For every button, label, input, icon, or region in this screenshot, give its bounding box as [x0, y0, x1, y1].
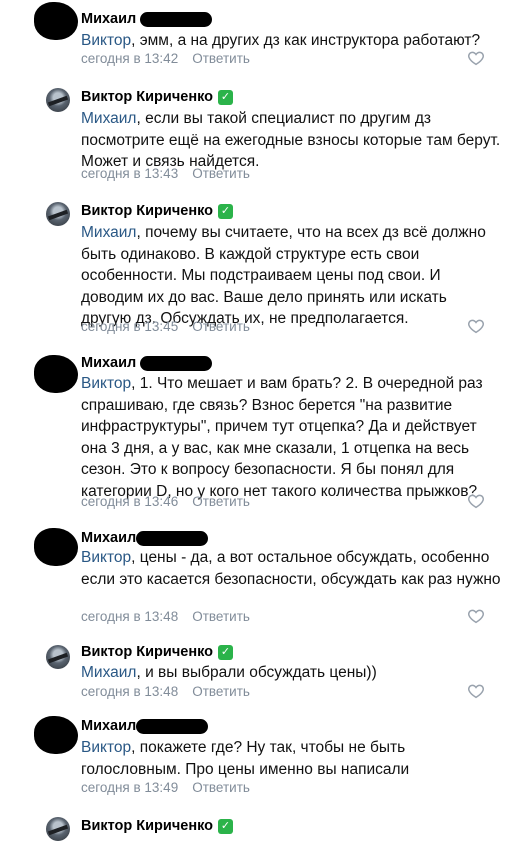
- mention-link[interactable]: Михаил: [81, 224, 136, 241]
- censor-bar: [140, 355, 213, 371]
- author-row: Виктор Кириченко ✓: [81, 87, 233, 107]
- comment-meta: сегодня в 13:49 Ответить: [81, 778, 250, 796]
- timestamp[interactable]: сегодня в 13:46: [81, 494, 178, 509]
- timestamp[interactable]: сегодня в 13:48: [81, 609, 178, 624]
- avatar[interactable]: [46, 202, 70, 226]
- comment-text: Михаил, если вы такой специалист по друг…: [81, 110, 501, 170]
- timestamp[interactable]: сегодня в 13:45: [81, 319, 178, 334]
- verified-icon: ✓: [218, 203, 233, 219]
- heart-icon[interactable]: [467, 607, 485, 625]
- heart-icon[interactable]: [467, 49, 485, 67]
- comment-meta: сегодня в 13:48 Ответить: [81, 682, 250, 700]
- comment-meta: сегодня в 13:48 Ответить: [81, 607, 250, 625]
- author-row: Виктор Кириченко ✓: [81, 816, 233, 836]
- timestamp[interactable]: сегодня в 13:43: [81, 166, 178, 181]
- reply-button[interactable]: Ответить: [192, 684, 250, 699]
- author-row: Михаил: [81, 9, 213, 29]
- timestamp[interactable]: сегодня в 13:49: [81, 780, 178, 795]
- author-name[interactable]: Виктор Кириченко: [81, 644, 213, 660]
- author-name[interactable]: Михаил: [81, 11, 136, 27]
- mention-link[interactable]: Виктор: [81, 375, 131, 392]
- reply-button[interactable]: Ответить: [192, 319, 250, 334]
- comment-text: Михаил, и вы выбрали обсуждать цены)): [81, 664, 377, 681]
- reply-button[interactable]: Ответить: [192, 51, 250, 66]
- timestamp[interactable]: сегодня в 13:42: [81, 51, 178, 66]
- verified-icon: ✓: [218, 89, 233, 105]
- avatar[interactable]: [34, 528, 78, 566]
- comment-meta: сегодня в 13:45 Ответить: [81, 317, 250, 335]
- author-name[interactable]: Михаил: [81, 355, 136, 371]
- heart-icon[interactable]: [467, 317, 485, 335]
- author-name[interactable]: Виктор Кириченко: [81, 818, 213, 834]
- censor-bar: [136, 530, 209, 546]
- heart-icon[interactable]: [467, 682, 485, 700]
- avatar[interactable]: [34, 355, 78, 393]
- author-row: Михаил: [81, 353, 213, 373]
- author-row: Михаил: [81, 716, 209, 736]
- reply-button[interactable]: Ответить: [192, 494, 250, 509]
- comment-meta: сегодня в 13:43 Ответить: [81, 164, 250, 182]
- comment-meta: сегодня в 13:46 Ответить: [81, 492, 250, 510]
- author-name[interactable]: Виктор Кириченко: [81, 203, 213, 219]
- author-row: Михаил: [81, 528, 209, 548]
- comment-text: Виктор, покажете где? Ну так, чтобы не б…: [81, 739, 410, 778]
- mention-link[interactable]: Виктор: [81, 739, 131, 756]
- avatar[interactable]: [34, 2, 78, 40]
- avatar[interactable]: [46, 88, 70, 112]
- author-name[interactable]: Михаил: [81, 718, 136, 734]
- comment-text: Виктор, 1. Что мешает и вам брать? 2. В …: [81, 375, 483, 500]
- mention-link[interactable]: Михаил: [81, 664, 136, 681]
- reply-button[interactable]: Ответить: [192, 166, 250, 181]
- mention-link[interactable]: Михаил: [81, 110, 136, 127]
- mention-link[interactable]: Виктор: [81, 32, 131, 49]
- avatar[interactable]: [46, 645, 70, 669]
- verified-icon: ✓: [218, 644, 233, 660]
- comment-text: Михаил, почему вы считаете, что на всех …: [81, 224, 486, 327]
- reply-button[interactable]: Ответить: [192, 609, 250, 624]
- author-row: Виктор Кириченко ✓: [81, 201, 233, 221]
- author-name[interactable]: Михаил: [81, 530, 136, 546]
- mention-link[interactable]: Виктор: [81, 549, 131, 566]
- comment-text: Виктор, цены - да, а вот остальное обсуж…: [81, 549, 501, 588]
- reply-button[interactable]: Ответить: [192, 780, 250, 795]
- verified-icon: ✓: [218, 818, 233, 834]
- comment-meta: сегодня в 13:42 Ответить: [81, 49, 250, 67]
- avatar[interactable]: [46, 817, 70, 841]
- author-row: Виктор Кириченко ✓: [81, 642, 233, 662]
- author-name[interactable]: Виктор Кириченко: [81, 89, 213, 105]
- avatar[interactable]: [34, 716, 78, 754]
- censor-bar: [140, 11, 213, 27]
- timestamp[interactable]: сегодня в 13:48: [81, 684, 178, 699]
- censor-bar: [136, 718, 209, 734]
- heart-icon[interactable]: [467, 492, 485, 510]
